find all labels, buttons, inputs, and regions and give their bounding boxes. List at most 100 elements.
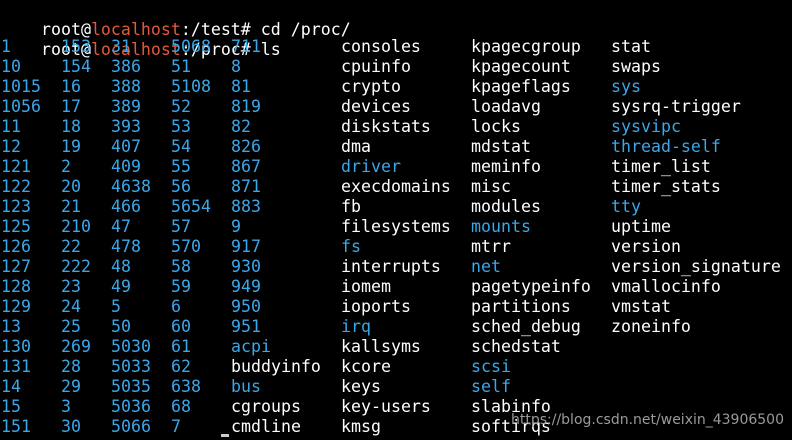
directory-entry: 24	[61, 297, 81, 316]
directory-entry: 386	[111, 57, 141, 76]
directory-entry: 6	[171, 297, 181, 316]
directory-entry: 7	[171, 417, 181, 436]
directory-entry: 31	[111, 37, 131, 56]
file-entry: cmdline	[231, 417, 301, 436]
directory-entry: 269	[61, 337, 91, 356]
directory-entry: 68	[171, 397, 191, 416]
directory-entry: 638	[171, 377, 201, 396]
directory-entry: acpi	[231, 337, 271, 356]
directory-entry: sysvipc	[611, 117, 681, 136]
file-entry: stat	[611, 37, 651, 56]
directory-entry: 59	[171, 277, 191, 296]
directory-entry: 13	[1, 317, 21, 336]
directory-entry: 917	[231, 237, 261, 256]
directory-entry: 950	[231, 297, 261, 316]
directory-entry: 210	[61, 217, 91, 236]
file-entry: timer_stats	[611, 177, 721, 196]
directory-entry: 409	[111, 157, 141, 176]
directory-entry: 20	[61, 177, 81, 196]
directory-entry: 389	[111, 97, 141, 116]
directory-entry: 949	[231, 277, 261, 296]
directory-entry: 48	[111, 257, 131, 276]
directory-entry: 407	[111, 137, 141, 156]
directory-entry: 57	[171, 217, 191, 236]
directory-entry: 25	[61, 317, 81, 336]
file-entry: uptime	[611, 217, 671, 236]
directory-entry: 5036	[111, 397, 151, 416]
directory-entry: tty	[611, 197, 641, 216]
file-entry: kallsyms	[341, 337, 421, 356]
file-entry: meminfo	[471, 157, 541, 176]
directory-entry: 55	[171, 157, 191, 176]
directory-entry: 3	[61, 397, 71, 416]
file-entry: key-users	[341, 397, 431, 416]
file-entry: swaps	[611, 57, 661, 76]
directory-entry: 154	[61, 57, 91, 76]
file-entry: iomem	[341, 277, 391, 296]
directory-entry: 1056	[1, 97, 41, 116]
terminal-cursor	[221, 434, 229, 437]
directory-entry: 129	[1, 297, 31, 316]
directory-entry: scsi	[471, 357, 511, 376]
directory-entry: 131	[1, 357, 31, 376]
directory-entry: 5108	[171, 77, 211, 96]
file-entry: kpagecgroup	[471, 37, 581, 56]
directory-entry: 128	[1, 277, 31, 296]
directory-entry: 23	[61, 277, 81, 296]
file-entry: fb	[341, 197, 361, 216]
file-entry: keys	[341, 377, 381, 396]
file-entry: filesystems	[341, 217, 451, 236]
directory-entry: 570	[171, 237, 201, 256]
directory-entry: 29	[61, 377, 81, 396]
directory-entry: 8	[231, 57, 241, 76]
directory-entry: 127	[1, 257, 31, 276]
directory-entry: 153	[61, 37, 91, 56]
directory-entry: sys	[611, 77, 641, 96]
directory-entry: 930	[231, 257, 261, 276]
file-entry: locks	[471, 117, 521, 136]
directory-entry: 62	[171, 357, 191, 376]
file-entry: mtrr	[471, 237, 511, 256]
file-entry: version	[611, 237, 681, 256]
directory-entry: net	[471, 257, 501, 276]
directory-entry: 123	[1, 197, 31, 216]
directory-entry: 125	[1, 217, 31, 236]
file-entry: cgroups	[231, 397, 301, 416]
directory-entry: 951	[231, 317, 261, 336]
file-entry: kpagecount	[471, 57, 571, 76]
directory-entry: 5	[111, 297, 121, 316]
directory-entry: 130	[1, 337, 31, 356]
directory-entry: 12	[1, 137, 21, 156]
directory-entry: 47	[111, 217, 131, 236]
directory-entry: 11	[1, 117, 21, 136]
command-line-1: root@localhost:/test# cd /proc/	[1, 0, 351, 39]
directory-entry: bus	[231, 377, 261, 396]
file-entry: diskstats	[341, 117, 431, 136]
file-entry: execdomains	[341, 177, 451, 196]
directory-entry: 126	[1, 237, 31, 256]
file-entry: version_signature	[611, 257, 781, 276]
directory-entry: 388	[111, 77, 141, 96]
terminal-window[interactable]: root@localhost:/test# cd /proc/ root@loc…	[0, 0, 792, 440]
directory-entry: 5033	[111, 357, 151, 376]
directory-entry: 4638	[111, 177, 151, 196]
directory-entry: 30	[61, 417, 81, 436]
file-entry: sysrq-trigger	[611, 97, 741, 116]
directory-entry: 19	[61, 137, 81, 156]
directory-entry: 51	[171, 57, 191, 76]
directory-entry: 18	[61, 117, 81, 136]
file-entry: kmsg	[341, 417, 381, 436]
directory-entry: 53	[171, 117, 191, 136]
watermark-text: https://blog.csdn.net/weixin_43906500	[510, 412, 784, 428]
directory-entry: 478	[111, 237, 141, 256]
directory-entry: thread-self	[611, 137, 721, 156]
directory-entry: 60	[171, 317, 191, 336]
directory-entry: 9	[231, 217, 241, 236]
file-entry: sched_debug	[471, 317, 581, 336]
directory-entry: 1015	[1, 77, 41, 96]
file-entry: cpuinfo	[341, 57, 411, 76]
directory-entry: 14	[1, 377, 21, 396]
file-entry: consoles	[341, 37, 421, 56]
file-entry: devices	[341, 97, 411, 116]
directory-entry: 5654	[171, 197, 211, 216]
